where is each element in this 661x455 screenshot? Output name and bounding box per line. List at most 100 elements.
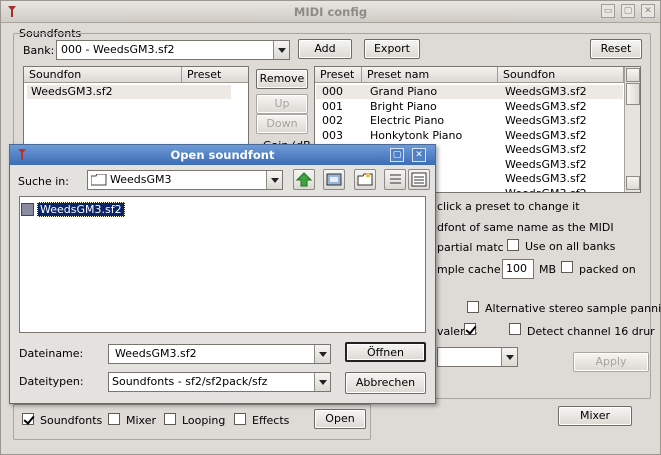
preset-row[interactable]: 003 Honkytonk Piano WeedsGM3.sf2 — [316, 129, 623, 143]
dialog-title: Open soundfont — [170, 148, 275, 162]
open-button[interactable]: Open — [314, 409, 366, 429]
bank-label: Bank: — [23, 44, 55, 57]
dialog-maximize-icon[interactable]: ▢ — [390, 148, 404, 162]
dialog-titlebar[interactable]: Open soundfont ▢ ✕ — [10, 145, 435, 165]
up-folder-button[interactable] — [293, 169, 315, 190]
preset-soundfont: WeedsGM3.sf2 — [505, 99, 587, 113]
preset-soundfont: WeedsGM3.sf2 — [505, 128, 587, 142]
effects-checkbox[interactable] — [234, 413, 246, 425]
look-in-label: Suche in: — [18, 175, 69, 188]
preset-name: Electric Piano — [370, 114, 445, 127]
detect-ch16-checkbox[interactable] — [509, 323, 521, 335]
soundfont-list[interactable]: Soundfon Preset WeedsGM3.sf2 — [23, 66, 249, 156]
detail-view-button[interactable] — [408, 169, 430, 190]
equivalents-checkbox[interactable] — [464, 323, 476, 335]
dialog-cancel-button[interactable]: Abbrechen — [345, 372, 426, 394]
mixer-button[interactable]: Mixer — [558, 406, 632, 426]
new-folder-icon — [355, 173, 375, 192]
preset-number: 003 — [322, 128, 343, 142]
remove-button[interactable]: Remove — [256, 69, 308, 89]
behind-select[interactable] — [437, 347, 518, 367]
mixer-checkbox[interactable] — [108, 413, 120, 425]
bank-select[interactable]: 000 - WeedsGM3.sf2 — [56, 40, 290, 60]
filetype-value: Soundfonts - sf2/sf2pack/sfz — [112, 375, 268, 388]
packed-checkbox[interactable] — [561, 261, 573, 273]
look-in-value: WeedsGM3 — [110, 173, 172, 186]
preset-hint: click a preset to change it — [437, 200, 580, 213]
preset-scrollbar[interactable] — [624, 67, 640, 192]
file-name: WeedsGM3.sf2 — [37, 202, 125, 217]
preset-soundfont: WeedsGM3.sf2 — [505, 157, 587, 171]
window-titlebar[interactable]: MIDI config ▭ ▢ ✕ — [1, 1, 660, 23]
open-soundfont-dialog: Open soundfont ▢ ✕ Suche in: WeedsGM3 We… — [9, 144, 436, 404]
preset-soundfont: WeedsGM3.sf2 — [505, 172, 587, 185]
preset-number: 001 — [322, 99, 343, 113]
bank-value: 000 - WeedsGM3.sf2 — [61, 43, 175, 56]
preset-row[interactable]: 001 Bright Piano WeedsGM3.sf2 — [316, 100, 623, 114]
minimize-icon[interactable]: ▭ — [601, 4, 615, 18]
scroll-up-icon[interactable] — [626, 68, 640, 82]
filename-value: WeedsGM3.sf2 — [115, 347, 197, 360]
list-view-icon — [385, 174, 405, 192]
list-view-button[interactable] — [384, 169, 406, 190]
soundfonts-check-label: Soundfonts — [40, 414, 103, 427]
desktop-icon — [324, 173, 344, 192]
look-in-select[interactable]: WeedsGM3 — [87, 170, 283, 190]
filename-input[interactable]: WeedsGM3.sf2 — [108, 344, 331, 364]
same-name-option: dfont of same name as the MIDI — [437, 221, 614, 234]
preset-soundfont: WeedsGM3.sf2 — [505, 143, 587, 156]
down-button[interactable]: Down — [256, 114, 308, 134]
desktop-button[interactable] — [323, 169, 345, 190]
export-button[interactable]: Export — [364, 39, 420, 59]
add-button[interactable]: Add — [298, 39, 352, 59]
partial-match-option: partial matc — [437, 241, 504, 254]
window-title: MIDI config — [293, 5, 368, 19]
preset-soundfont: WeedsGM3.sf2 — [505, 85, 587, 98]
file-list[interactable]: WeedsGM3.sf2 — [19, 196, 426, 333]
dialog-close-icon[interactable]: ✕ — [412, 148, 426, 162]
mixer-check-label: Mixer — [126, 414, 157, 427]
sample-cache-input[interactable]: 100 — [502, 259, 534, 279]
chevron-down-icon — [266, 171, 282, 189]
up-button[interactable]: Up — [256, 94, 308, 114]
use-all-banks-checkbox[interactable] — [507, 239, 519, 251]
apply-button[interactable]: Apply — [573, 352, 649, 372]
filetype-label: Dateitypen: — [19, 375, 84, 388]
preset-name: Honkytonk Piano — [370, 128, 463, 142]
preset-name-header[interactable]: Preset nam — [362, 67, 498, 83]
close-icon[interactable]: ✕ — [641, 4, 655, 18]
use-all-banks-label: Use on all banks — [525, 240, 616, 253]
scroll-down-icon[interactable] — [626, 176, 640, 190]
filename-label: Dateiname: — [19, 347, 84, 360]
preset-number-header[interactable]: Preset — [315, 67, 362, 83]
detect-ch16-label: Detect channel 16 drur — [527, 325, 655, 338]
chevron-down-icon — [314, 345, 330, 363]
preset-name: Bright Piano — [370, 99, 437, 113]
preset-soundfont: WeedsGM3.sf2 — [505, 186, 587, 193]
folder-icon — [90, 173, 107, 186]
filetype-select[interactable]: Soundfonts - sf2/sf2pack/sfz — [108, 372, 331, 392]
soundfont-column-header[interactable]: Soundfon — [24, 67, 182, 83]
scroll-thumb[interactable] — [626, 83, 640, 105]
new-folder-button[interactable] — [354, 169, 376, 190]
alt-stereo-label: Alternative stereo sample panni — [485, 302, 661, 315]
arrow-up-icon — [294, 172, 314, 192]
alt-stereo-checkbox[interactable] — [467, 301, 479, 313]
soundfonts-checkbox[interactable] — [22, 413, 34, 425]
chevron-down-icon — [314, 373, 330, 391]
looping-checkbox[interactable] — [164, 413, 176, 425]
preset-row[interactable]: 000 Grand Piano WeedsGM3.sf2 — [316, 85, 623, 99]
preset-column-header[interactable]: Preset — [182, 67, 248, 83]
preset-name: Grand Piano — [370, 85, 438, 98]
chevron-down-icon — [501, 348, 517, 366]
reset-button[interactable]: Reset — [590, 39, 642, 59]
maximize-icon[interactable]: ▢ — [621, 4, 635, 18]
preset-soundfont: WeedsGM3.sf2 — [505, 114, 587, 127]
preset-number: 002 — [322, 114, 343, 127]
preset-row[interactable]: 002 Electric Piano WeedsGM3.sf2 — [316, 114, 623, 128]
dialog-open-button[interactable]: Öffnen — [345, 342, 426, 362]
preset-soundfont-header[interactable]: Soundfon — [498, 67, 624, 83]
chevron-down-icon — [273, 41, 289, 59]
looping-check-label: Looping — [182, 414, 226, 427]
soundfont-row[interactable]: WeedsGM3.sf2 — [27, 85, 231, 99]
